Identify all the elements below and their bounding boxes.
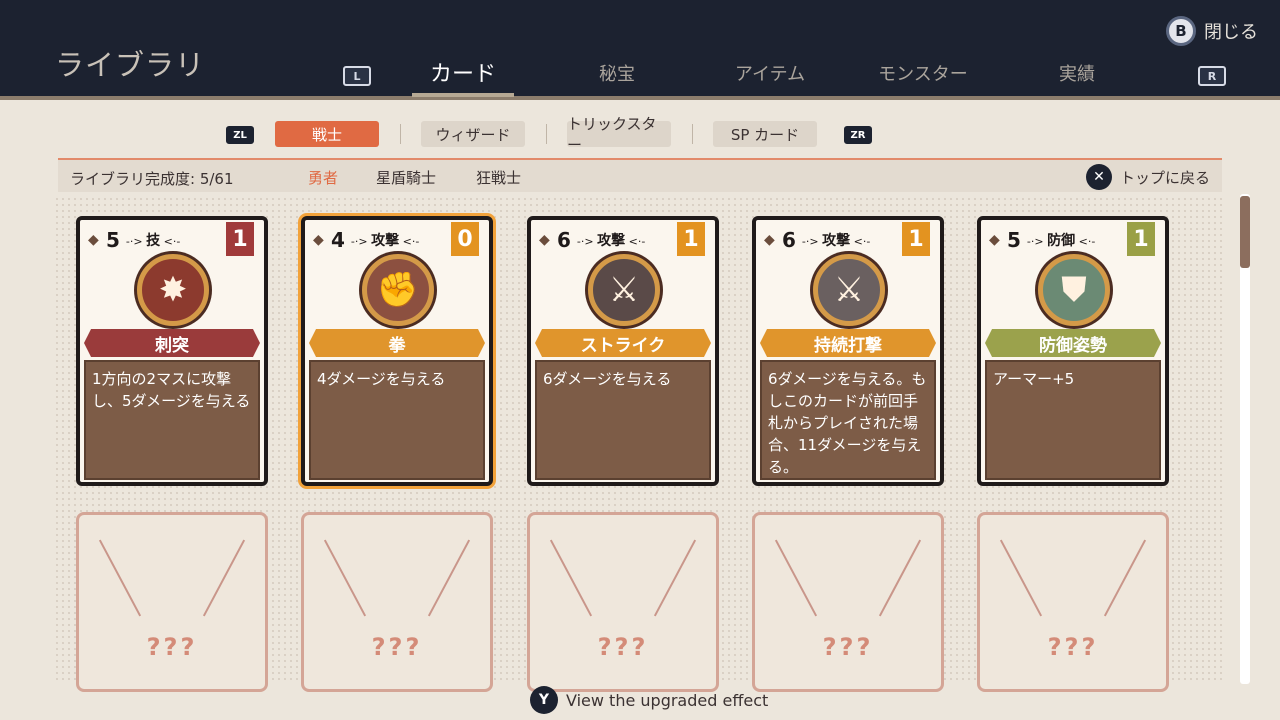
locked-card[interactable]: ??? [527,512,719,692]
tab-treasures[interactable]: 秘宝 [562,60,672,86]
card-name: 拳 [309,329,485,357]
card-type: 攻撃 [577,230,645,250]
card-description: 4ダメージを与える [309,360,485,480]
locked-card-label: ??? [371,633,423,661]
card-art-glyph: ⚔ [608,270,640,310]
upgrade-hint-label: View the upgraded effect [566,690,769,710]
sword-icon: ◆ [313,232,324,248]
sword-icon: ◆ [539,232,550,248]
filter-berserker[interactable]: 狂戦士 [476,167,521,188]
locked-card-label: ??? [1047,633,1099,661]
card-description: 6ダメージを与える [535,360,711,480]
card-name: 刺突 [84,329,260,357]
x-button-icon: ✕ [1085,164,1112,190]
card-rarity: 1 [1127,222,1155,256]
completion-text: ライブラリ完成度: 5/61 [70,170,234,188]
tab-monsters[interactable]: モンスター [868,60,978,86]
l-bumper-icon[interactable]: L [343,66,371,86]
tab-achievements[interactable]: 実績 [1022,60,1132,86]
drop-icon: ◆ [88,232,99,248]
tab-cards[interactable]: カード [408,56,518,88]
card[interactable]: ◆ 4 攻撃 0 ✊ 拳 4ダメージを与える [301,216,493,486]
locked-card-label: ??? [146,633,198,661]
close-label: 閉じる [1204,22,1258,43]
card-cost: 5 [106,228,120,252]
back-to-top-label: トップに戻る [1119,168,1210,187]
y-button-icon: Y [530,686,558,714]
b-button-icon: B [1166,16,1196,46]
shield-icon: ⛊ [1038,254,1110,326]
page-title: ライブラリ [55,48,206,82]
zl-button-icon[interactable]: ZL [226,126,254,144]
locked-card[interactable]: ??? [76,512,268,692]
twin-swords-icon: ⚔ [813,254,885,326]
subtab-trickster[interactable]: トリックスター [567,115,671,154]
scroll-thumb[interactable] [1240,196,1250,268]
scrollbar[interactable] [1240,194,1250,684]
locked-card-label: ??? [597,633,649,661]
locked-card[interactable]: ??? [977,512,1169,692]
card-art-glyph: ⛊ [1061,270,1087,310]
sword-icon: ◆ [764,232,775,248]
top-bar: ライブラリ B 閉じる L R カード 秘宝 アイテム モンスター 実績 [0,0,1280,100]
card-art-glyph: ✊ [376,270,420,310]
card-cost: 6 [557,228,571,252]
card-name: 防御姿勢 [985,329,1161,357]
card-cost: 6 [782,228,796,252]
card-cost: 4 [331,228,345,252]
card-type: 技 [126,230,180,250]
card-name: 持続打撃 [760,329,936,357]
card[interactable]: ◆ 6 攻撃 1 ⚔ ストライク 6ダメージを与える [527,216,719,486]
tab-items[interactable]: アイテム [715,60,825,86]
card[interactable]: ◆ 5 防御 1 ⛊ 防御姿勢 アーマー+5 [977,216,1169,486]
back-to-top-button[interactable]: ✕ トップに戻る [1085,164,1210,190]
card-type: 攻撃 [351,230,419,250]
card-art-glyph: ⚔ [833,270,865,310]
card-rarity: 1 [902,222,930,256]
fist-icon: ✊ [362,254,434,326]
filter-hero[interactable]: 勇者 [308,167,338,188]
card-type: 防御 [1027,230,1095,250]
card[interactable]: ◆ 5 技 1 ✸ 刺突 1方向の2マスに攻撃し、5ダメージを与える [76,216,268,486]
card-rarity: 1 [226,222,254,256]
card-art-glyph: ✸ [158,270,188,310]
subtab-divider [546,124,547,144]
info-row: ライブラリ完成度: 5/61 勇者 星盾騎士 狂戦士 ✕ トップに戻る [58,158,1222,192]
zr-button-icon[interactable]: ZR [844,126,872,144]
locked-card[interactable]: ??? [301,512,493,692]
locked-card-label: ??? [822,633,874,661]
greatsword-icon: ⚔ [588,254,660,326]
card-type: 攻撃 [802,230,870,250]
active-tab-underline [412,93,514,97]
filter-star-shield-knight[interactable]: 星盾騎士 [376,167,436,188]
card-description: 6ダメージを与える。もしこのカードが前回手札からプレイされた場合、11ダメージを… [760,360,936,480]
card[interactable]: ◆ 6 攻撃 1 ⚔ 持続打撃 6ダメージを与える。もしこのカードが前回手札から… [752,216,944,486]
shield-small-icon: ◆ [989,232,1000,248]
upgrade-hint[interactable]: Y View the upgraded effect [530,686,768,714]
card-description: 1方向の2マスに攻撃し、5ダメージを与える [84,360,260,480]
card-name: ストライク [535,329,711,357]
card-description: アーマー+5 [985,360,1161,480]
subtab-sp-cards[interactable]: SP カード [713,121,817,147]
subtab-wizard[interactable]: ウィザード [421,121,525,147]
subtab-divider [692,124,693,144]
subtab-divider [400,124,401,144]
card-rarity: 0 [451,222,479,256]
burst-dagger-icon: ✸ [137,254,209,326]
card-cost: 5 [1007,228,1021,252]
card-rarity: 1 [677,222,705,256]
close-button[interactable]: B 閉じる [1166,16,1258,46]
locked-card[interactable]: ??? [752,512,944,692]
r-bumper-icon[interactable]: R [1198,66,1226,86]
subtab-warrior[interactable]: 戦士 [275,121,379,147]
